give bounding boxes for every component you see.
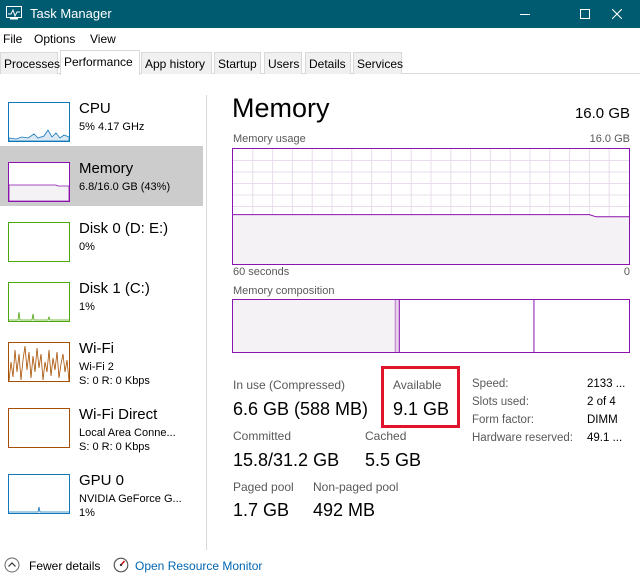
disk-0-thumbnail-graph [8,222,70,262]
chevron-up-icon[interactable] [4,557,20,573]
cached-label: Cached [365,429,407,443]
sidebar-item-detail: NVIDIA GeForce G... [79,493,182,505]
close-icon [612,9,622,19]
cpu-thumbnail-graph [8,102,70,142]
resource-monitor-icon [113,557,129,573]
tab-app-history[interactable]: App history [141,52,212,74]
sidebar-item-detail: 6.8/16.0 GB (43%) [79,181,171,193]
slots-used-value: 2 of 4 [587,396,616,408]
speed-value: 2133 ... [587,378,626,390]
tab-services[interactable]: Services [353,52,403,74]
tab-performance[interactable]: Performance [60,50,140,75]
sidebar-item-detail: 0% [79,241,95,253]
fewer-details-link[interactable]: Fewer details [29,559,100,573]
speed-label: Speed: [472,378,509,390]
form-factor-value: DIMM [587,414,618,426]
sidebar-item-name: Disk 0 (D: E:) [79,220,169,237]
paged-pool-value: 1.7 GB [233,500,290,520]
sidebar-item-disk-1[interactable]: Disk 1 (C:) 1% [0,266,203,326]
composition-modified-segment [395,300,400,352]
menu-bar: File Options View [0,28,640,50]
memory-composition-label: Memory composition [233,285,335,297]
memory-usage-max: 16.0 GB [589,133,630,145]
task-manager-icon [6,6,22,20]
non-paged-pool-value: 492 MB [313,500,376,520]
memory-usage-area [233,214,629,264]
composition-in-use-segment [233,300,396,352]
menu-view[interactable]: View [90,32,116,46]
memory-composition-bar [232,299,630,353]
sidebar-divider [206,95,207,550]
sidebar-item-name: Wi-Fi Direct [79,406,158,423]
disk-1-thumbnail-graph [8,282,70,322]
wifi-direct-thumbnail-graph [8,408,70,448]
sidebar-item-wifi[interactable]: Wi-Fi Wi-Fi 2 S: 0 R: 0 Kbps [0,326,203,387]
sidebar-item-disk-0[interactable]: Disk 0 (D: E:) 0% [0,206,203,266]
tab-details[interactable]: Details [305,52,351,74]
sidebar-item-name: GPU 0 [79,472,125,489]
in-use-value: 6.6 GB (588 MB) [233,399,369,419]
tab-strip: Processes Performance App history Startu… [0,50,640,75]
menu-file[interactable]: File [3,32,22,46]
footer: Fewer details Open Resource Monitor [0,553,640,583]
time-axis-end: 0 [623,266,630,278]
maximize-icon [580,9,590,19]
sidebar-item-detail: 1% [79,301,95,313]
tab-users[interactable]: Users [264,52,302,74]
form-factor-label: Form factor: [472,414,534,426]
sidebar-item-name: Memory [79,160,134,177]
sidebar-item-name: Disk 1 (C:) [79,280,150,297]
sidebar-item-detail: Local Area Conne... [79,427,176,439]
page-title: Memory [232,93,330,123]
window-title: Task Manager [30,6,112,21]
sidebar-item-name: CPU [79,100,111,117]
sidebar-item-gpu[interactable]: GPU 0 NVIDIA GeForce G... 1% [0,458,203,519]
title-bar: Task Manager [0,0,640,28]
tab-processes[interactable]: Processes [0,52,60,74]
available-highlight-box [381,366,460,428]
minimize-icon [520,14,530,15]
sidebar-item-detail: Wi-Fi 2 [79,361,114,373]
in-use-label: In use (Compressed) [233,378,346,392]
sidebar-item-throughput: S: 0 R: 0 Kbps [79,441,150,453]
total-memory: 16.0 GB [574,105,630,122]
gpu-thumbnail-graph [8,474,70,514]
memory-usage-chart [233,149,629,264]
sidebar: CPU 5% 4.17 GHz Memory 6.8/16.0 GB (43%)… [0,80,206,550]
time-axis-start: 60 seconds [233,266,290,278]
paged-pool-label: Paged pool [233,480,294,494]
sidebar-item-throughput: S: 0 R: 0 Kbps [79,375,150,387]
hardware-reserved-value: 49.1 ... [587,432,623,444]
memory-thumbnail-graph [8,162,70,202]
sidebar-item-memory[interactable]: Memory 6.8/16.0 GB (43%) [0,146,203,206]
sidebar-item-detail: 5% 4.17 GHz [79,121,145,133]
memory-usage-label: Memory usage [233,133,306,145]
sidebar-item-utilization: 1% [79,507,95,519]
minimize-button[interactable] [502,0,548,28]
committed-value: 15.8/31.2 GB [233,450,340,470]
close-button[interactable] [594,0,640,28]
tab-startup[interactable]: Startup [214,52,261,74]
sidebar-item-cpu[interactable]: CPU 5% 4.17 GHz [0,86,203,146]
cached-value: 5.5 GB [365,450,422,470]
memory-usage-graph [232,148,630,265]
slots-used-label: Slots used: [472,396,529,408]
hardware-reserved-label: Hardware reserved: [472,432,573,444]
menu-options[interactable]: Options [34,32,75,46]
wifi-thumbnail-graph [8,342,70,382]
memory-composition-chart [233,300,535,352]
sidebar-item-wifi-direct[interactable]: Wi-Fi Direct Local Area Conne... S: 0 R:… [0,392,203,453]
non-paged-pool-label: Non-paged pool [313,480,399,494]
committed-label: Committed [233,429,292,443]
open-resource-monitor-link[interactable]: Open Resource Monitor [135,559,262,573]
sidebar-item-name: Wi-Fi [79,340,114,357]
